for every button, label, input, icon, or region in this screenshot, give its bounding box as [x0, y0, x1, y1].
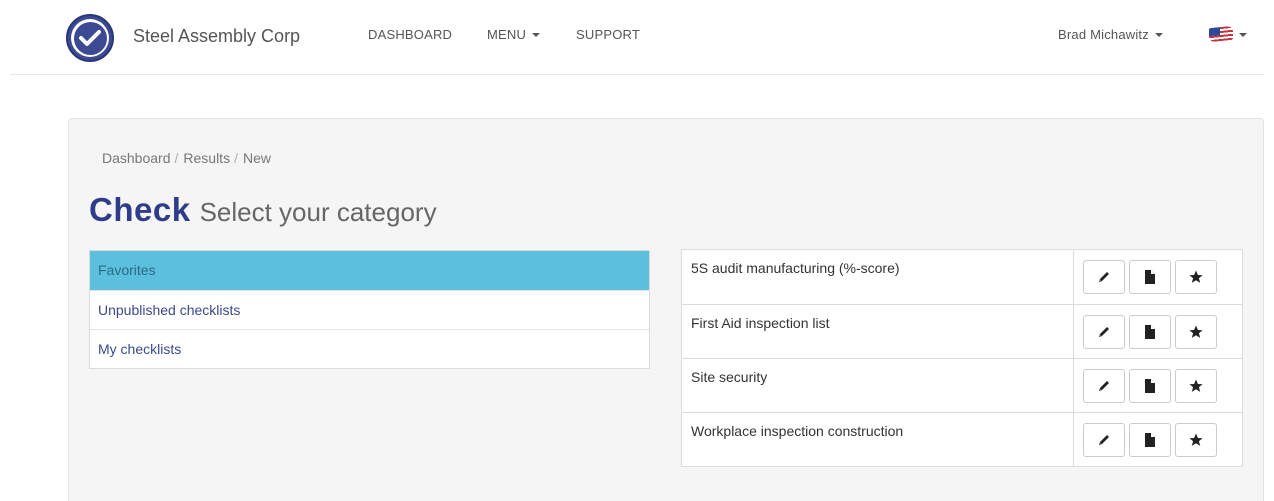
edit-button[interactable]: [1083, 423, 1125, 457]
language-dropdown[interactable]: [1209, 25, 1247, 43]
check-circle-icon[interactable]: [66, 14, 114, 62]
view-button[interactable]: [1129, 423, 1171, 457]
breadcrumb-results[interactable]: Results: [183, 150, 230, 166]
table-row: Workplace inspection construction: [682, 412, 1242, 466]
view-button[interactable]: [1129, 260, 1171, 294]
caret-down-icon: [532, 33, 541, 37]
category-list: Favorites Unpublished checklists My chec…: [89, 250, 650, 369]
favorite-button[interactable]: [1175, 423, 1217, 457]
favorite-button[interactable]: [1175, 369, 1217, 403]
table-row: First Aid inspection list: [682, 304, 1242, 358]
pencil-icon: [1099, 272, 1109, 282]
favorite-button[interactable]: [1175, 260, 1217, 294]
category-favorites[interactable]: Favorites: [90, 251, 649, 290]
star-icon: [1189, 433, 1203, 446]
user-name: Brad Michawitz: [1058, 27, 1149, 42]
checklist-name[interactable]: First Aid inspection list: [682, 305, 1074, 358]
row-actions: [1074, 305, 1242, 358]
table-row: Site security: [682, 358, 1242, 412]
file-icon: [1145, 270, 1155, 284]
pencil-icon: [1099, 435, 1109, 445]
edit-button[interactable]: [1083, 369, 1125, 403]
brand-name[interactable]: Steel Assembly Corp: [133, 26, 300, 47]
nav-dashboard[interactable]: DASHBOARD: [368, 27, 452, 42]
nav-dashboard-label: DASHBOARD: [368, 27, 453, 42]
view-button[interactable]: [1129, 369, 1171, 403]
edit-button[interactable]: [1083, 260, 1125, 294]
category-unpublished-checklists[interactable]: Unpublished checklists: [90, 290, 649, 329]
star-icon: [1189, 325, 1203, 338]
user-menu-dropdown[interactable]: Brad Michawitz: [1058, 27, 1163, 42]
caret-down-icon: [1154, 33, 1163, 37]
table-row: 5S audit manufacturing (%-score): [682, 250, 1242, 304]
file-icon: [1145, 325, 1155, 339]
view-button[interactable]: [1129, 315, 1171, 349]
row-actions: [1074, 413, 1242, 466]
checklist-name[interactable]: 5S audit manufacturing (%-score): [682, 250, 1074, 304]
checklist-table: 5S audit manufacturing (%-score) First A…: [681, 249, 1243, 467]
checklist-name[interactable]: Site security: [682, 359, 1074, 412]
star-icon: [1189, 379, 1203, 392]
nav-menu-dropdown[interactable]: MENU: [487, 27, 541, 42]
favorite-button[interactable]: [1175, 315, 1217, 349]
nav-support[interactable]: SUPPORT: [576, 27, 640, 42]
page-title-sub: Select your category: [199, 197, 437, 227]
row-actions: [1074, 250, 1242, 304]
pencil-icon: [1099, 381, 1109, 391]
page-title-main: Check: [89, 191, 191, 228]
navbar-divider: [10, 74, 1264, 75]
us-flag-icon: [1209, 25, 1233, 43]
category-my-checklists[interactable]: My checklists: [90, 329, 649, 368]
breadcrumb: Dashboard / Results / New: [102, 150, 271, 166]
nav-menu-label: MENU: [487, 27, 527, 42]
file-icon: [1145, 379, 1155, 393]
page-title: Check Select your category: [89, 191, 437, 229]
row-actions: [1074, 359, 1242, 412]
edit-button[interactable]: [1083, 315, 1125, 349]
pencil-icon: [1099, 327, 1109, 337]
breadcrumb-new: New: [242, 150, 271, 166]
caret-down-icon: [1239, 32, 1247, 37]
star-icon: [1189, 270, 1203, 283]
file-icon: [1145, 433, 1155, 447]
nav-support-label: SUPPORT: [576, 27, 641, 42]
top-navbar: Steel Assembly Corp DASHBOARD MENU SUPPO…: [0, 0, 1274, 75]
checklist-name[interactable]: Workplace inspection construction: [682, 413, 1074, 466]
breadcrumb-dashboard[interactable]: Dashboard: [102, 150, 171, 166]
